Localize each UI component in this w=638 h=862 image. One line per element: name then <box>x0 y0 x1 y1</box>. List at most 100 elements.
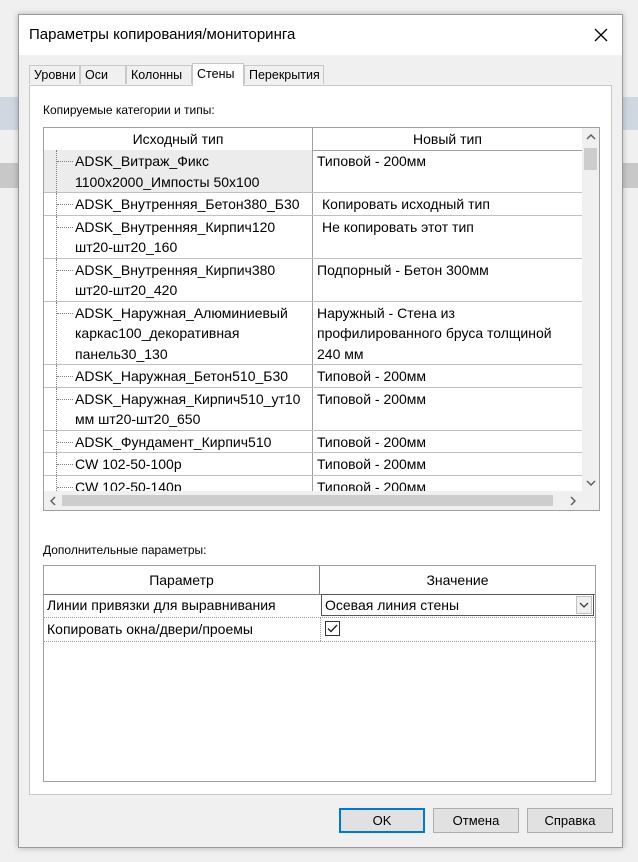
source-type-cell[interactable]: ADSK_Внутренняя_Кирпич120 шт20-шт20_160 <box>44 215 313 258</box>
scroll-up-button[interactable] <box>582 128 599 145</box>
new-type-cell[interactable]: Не копировать этот тип <box>313 216 582 258</box>
column-header-parameter[interactable]: Параметр <box>44 566 320 594</box>
new-type-text: Типовой - 200мм <box>317 390 427 407</box>
title-bar: Параметры копирования/мониторинга <box>19 15 622 55</box>
param-name: Копировать окна/двери/проемы <box>47 621 253 637</box>
tab-label: Стены <box>197 67 235 81</box>
help-button[interactable]: Справка <box>527 808 613 833</box>
scroll-right-button[interactable] <box>564 491 581 510</box>
new-type-text: Типовой - 200мм <box>317 153 427 169</box>
types-grid: Исходный тип Новый тип ADSK_Витраж_Фикс … <box>43 127 600 511</box>
new-type-text: Типовой - 200мм <box>317 368 427 384</box>
source-type-text: ADSK_Витраж_Фикс 1100x2000_Импосты 50x10… <box>75 153 260 190</box>
params-grid: Параметр Значение Линии привязки для выр… <box>43 565 596 782</box>
source-type-text: CW 102-50-100p <box>75 456 182 472</box>
tab-walls[interactable]: Стены <box>192 63 244 86</box>
new-type-cell[interactable]: Типовой - 200мм <box>313 453 582 475</box>
new-type-cell[interactable]: Копировать исходный тип <box>313 193 582 215</box>
source-type-cell[interactable]: ADSK_Наружная_Кирпич510_ут10 мм шт20-шт2… <box>44 387 313 430</box>
source-type-text: ADSK_Внутренняя_Бетон380_Б30 <box>75 196 300 212</box>
new-type-text: Типовой - 200мм <box>317 433 427 450</box>
new-type-cell[interactable]: Наружный - Стена из профилированного бру… <box>313 302 582 365</box>
copy-monitor-settings-dialog: Параметры копирования/мониторинга Уровни… <box>18 14 623 848</box>
tree-connector <box>56 193 75 215</box>
horizontal-scrollbar[interactable] <box>44 491 582 510</box>
tree-connector <box>56 301 75 364</box>
tree-connector <box>56 430 75 452</box>
column-header-value[interactable]: Значение <box>320 566 595 594</box>
checkmark-icon <box>327 624 338 633</box>
types-grid-header: Исходный тип Новый тип <box>44 128 582 151</box>
horizontal-scroll-thumb[interactable] <box>62 495 553 506</box>
source-type-text: ADSK_Наружная_Бетон510_Б30 <box>75 368 289 384</box>
source-type-cell[interactable]: CW 102-50-100p <box>44 453 313 475</box>
types-grid-row[interactable]: ADSK_Внутренняя_Кирпич380 шт20-шт20_420 П… <box>44 258 582 302</box>
types-grid-row[interactable]: ADSK_Внутренняя_Кирпич120 шт20-шт20_160 Н… <box>44 215 582 259</box>
source-type-text: ADSK_Наружная_Алюминиевый каркас100_деко… <box>75 304 288 362</box>
tab-floors[interactable]: Перекрытия <box>244 65 324 84</box>
new-type-cell[interactable]: Типовой - 200мм <box>313 431 582 453</box>
types-grid-row[interactable]: CW 102-50-100p Типовой - 200мм <box>44 453 582 476</box>
tree-connector <box>56 150 75 192</box>
types-grid-row[interactable]: ADSK_Внутренняя_Бетон380_Б30 Копировать и… <box>44 193 582 216</box>
background-ribbon-strip <box>0 163 20 188</box>
source-type-cell[interactable]: ADSK_Наружная_Алюминиевый каркас100_деко… <box>44 301 313 364</box>
tab-grids[interactable]: Оси <box>80 65 126 84</box>
cancel-button[interactable]: Отмена <box>433 808 519 833</box>
tree-connector <box>56 365 75 387</box>
types-grid-row[interactable]: ADSK_Наружная_Кирпич510_ут10 мм шт20-шт2… <box>44 387 582 431</box>
types-grid-rows: ADSK_Витраж_Фикс 1100x2000_Импосты 50x10… <box>44 150 582 498</box>
chevron-left-icon <box>49 495 56 506</box>
tree-connector <box>56 215 75 258</box>
close-button[interactable] <box>586 20 616 50</box>
source-type-text: ADSK_Внутренняя_Кирпич380 шт20-шт20_420 <box>75 261 276 299</box>
source-type-cell[interactable]: ADSK_Наружная_Бетон510_Б30 <box>44 365 313 387</box>
chevron-down-icon <box>585 479 596 486</box>
types-grid-row[interactable]: ADSK_Фундамент_Кирпич510 Типовой - 200мм <box>44 430 582 453</box>
new-type-cell[interactable]: Типовой - 200мм <box>313 388 582 430</box>
tab-levels[interactable]: Уровни <box>29 65 80 84</box>
tree-connector <box>56 387 75 430</box>
alignment-lines-dropdown[interactable]: Осевая линия стены <box>321 594 594 616</box>
copy-openings-checkbox[interactable] <box>325 621 340 636</box>
source-type-text: ADSK_Внутренняя_Кирпич120 шт20-шт20_160 <box>75 218 276 256</box>
new-type-cell[interactable]: Типовой - 200мм <box>313 365 582 387</box>
source-type-text: ADSK_Наружная_Кирпич510_ут10 мм шт20-шт2… <box>75 390 301 428</box>
vertical-scrollbar[interactable] <box>582 128 599 491</box>
source-type-text: ADSK_Фундамент_Кирпич510 <box>75 433 272 450</box>
tab-columns[interactable]: Колонны <box>126 65 192 84</box>
chevron-right-icon <box>569 495 576 506</box>
tree-connector <box>56 258 75 301</box>
types-grid-row[interactable]: ADSK_Наружная_Бетон510_Б30 Типовой - 200м… <box>44 365 582 388</box>
column-header-new-type[interactable]: Новый тип <box>313 128 582 150</box>
tab-label: Уровни <box>34 68 76 82</box>
tab-label: Перекрытия <box>249 68 320 82</box>
scroll-down-button[interactable] <box>582 474 599 491</box>
chevron-up-icon <box>585 133 596 140</box>
new-type-text: Наружный - Стена из профилированного бру… <box>317 304 552 362</box>
source-type-cell[interactable]: ADSK_Внутренняя_Бетон380_Б30 <box>44 193 313 215</box>
close-icon <box>594 28 608 42</box>
chevron-down-icon <box>579 602 589 608</box>
source-type-cell[interactable]: ADSK_Витраж_Фикс 1100x2000_Импосты 50x10… <box>44 150 313 192</box>
param-name: Линии привязки для выравнивания <box>47 597 276 613</box>
dialog-title: Параметры копирования/мониторинга <box>29 26 296 43</box>
vertical-scroll-thumb[interactable] <box>584 148 597 170</box>
source-type-cell[interactable]: ADSK_Фундамент_Кирпич510 <box>44 430 313 452</box>
new-type-text: Типовой - 200мм <box>317 456 427 472</box>
new-type-cell[interactable]: Подпорный - Бетон 300мм <box>313 259 582 301</box>
ok-button[interactable]: OK <box>339 808 425 833</box>
new-type-text: Не копировать этот тип <box>322 218 474 235</box>
tab-label: Оси <box>85 68 108 82</box>
tab-panel-walls: Копируемые категории и типы: Исходный ти… <box>29 85 612 795</box>
new-type-cell[interactable]: Типовой - 200мм <box>313 150 582 192</box>
column-header-source-type[interactable]: Исходный тип <box>44 128 313 150</box>
source-type-cell[interactable]: ADSK_Внутренняя_Кирпич380 шт20-шт20_420 <box>44 258 313 301</box>
types-grid-row[interactable]: ADSK_Наружная_Алюминиевый каркас100_деко… <box>44 301 582 365</box>
column-divider <box>320 618 321 641</box>
scroll-left-button[interactable] <box>44 491 61 510</box>
types-grid-row[interactable]: ADSK_Витраж_Фикс 1100x2000_Импосты 50x10… <box>44 150 582 193</box>
dropdown-button[interactable] <box>576 596 592 614</box>
param-row-alignment-lines: Линии привязки для выравнивания Осевая л… <box>44 594 595 618</box>
dropdown-value: Осевая линия стены <box>325 597 460 613</box>
